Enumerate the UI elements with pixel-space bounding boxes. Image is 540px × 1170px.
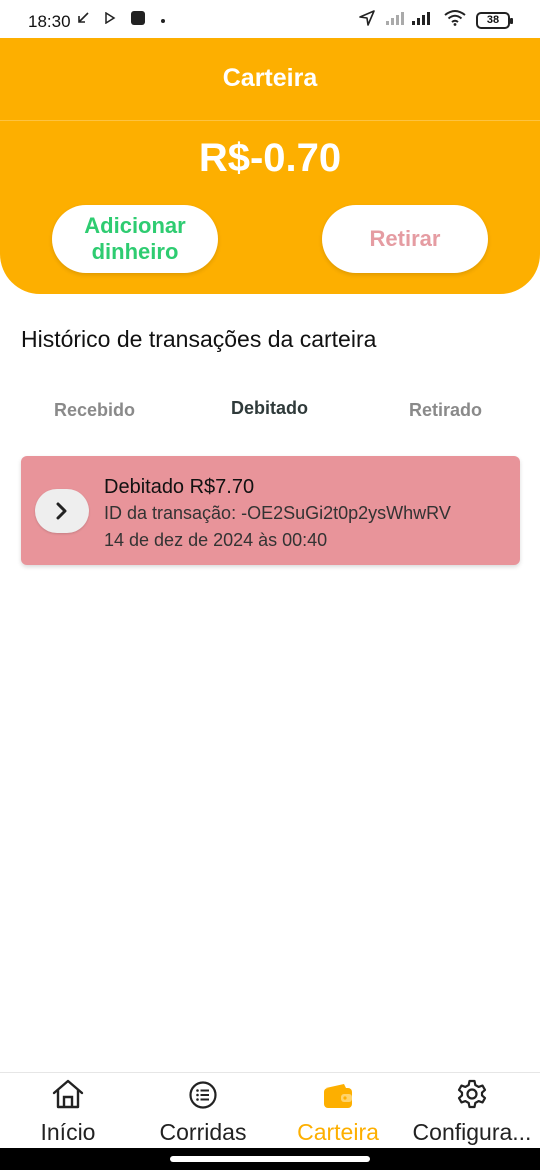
wallet-icon [322, 1073, 354, 1113]
home-indicator[interactable] [170, 1156, 370, 1162]
battery-icon: 38 [476, 11, 513, 29]
gear-icon [456, 1073, 488, 1113]
nav-label-settings: Configura... [412, 1119, 532, 1145]
history-title: Histórico de transações da carteira [21, 326, 377, 352]
home-icon [51, 1073, 85, 1113]
tab-withdrawn[interactable]: Retirado [409, 400, 482, 421]
bottom-navigation: Início Corridas Carteira Configura... [0, 1072, 540, 1148]
header-divider [0, 120, 540, 121]
nav-item-home[interactable]: Início [22, 1073, 114, 1149]
transaction-id: ID da transação: -OE2SuGi2t0p2ysWhwRV [104, 503, 451, 523]
play-icon [104, 11, 116, 29]
add-money-button[interactable]: Adicionar dinheiro [52, 205, 218, 273]
history-tabs: Recebido Debitado Retirado [0, 396, 540, 426]
call-forward-icon [76, 11, 90, 30]
status-bar: 18:30 38 [0, 0, 540, 38]
wifi-icon [444, 9, 466, 31]
square-notification-icon [130, 10, 146, 31]
system-home-bar [0, 1148, 540, 1170]
status-right-icons: 38 [358, 9, 513, 32]
nav-item-rides[interactable]: Corridas [150, 1073, 256, 1149]
status-time: 18:30 [28, 12, 71, 31]
withdraw-button[interactable]: Retirar [322, 205, 488, 273]
wallet-header: Carteira R$-0.70 Adicionar dinheiro Reti… [0, 38, 540, 294]
tab-received[interactable]: Recebido [54, 400, 135, 421]
signal-icon [386, 10, 434, 31]
nav-label-wallet: Carteira [297, 1119, 379, 1145]
page-title: Carteira [222, 64, 318, 92]
nav-label-home: Início [40, 1119, 96, 1145]
dot-icon [160, 11, 166, 29]
tab-debited[interactable]: Debitado [231, 398, 308, 419]
chevron-right-icon[interactable] [35, 489, 89, 533]
navigation-icon [358, 9, 376, 32]
wallet-balance: R$-0.70 [198, 136, 342, 180]
status-left-icons [76, 10, 166, 30]
transaction-card[interactable]: Debitado R$7.70 ID da transação: -OE2SuG… [21, 456, 520, 565]
transaction-details: Debitado R$7.70 ID da transação: -OE2SuG… [104, 474, 451, 554]
nav-item-settings[interactable]: Configura... [410, 1073, 534, 1149]
transaction-amount: Debitado R$7.70 [104, 476, 255, 498]
transaction-date: 14 de dez de 2024 às 00:40 [104, 530, 328, 550]
list-icon [188, 1073, 218, 1113]
nav-item-wallet[interactable]: Carteira [288, 1073, 388, 1149]
nav-label-rides: Corridas [159, 1119, 247, 1145]
